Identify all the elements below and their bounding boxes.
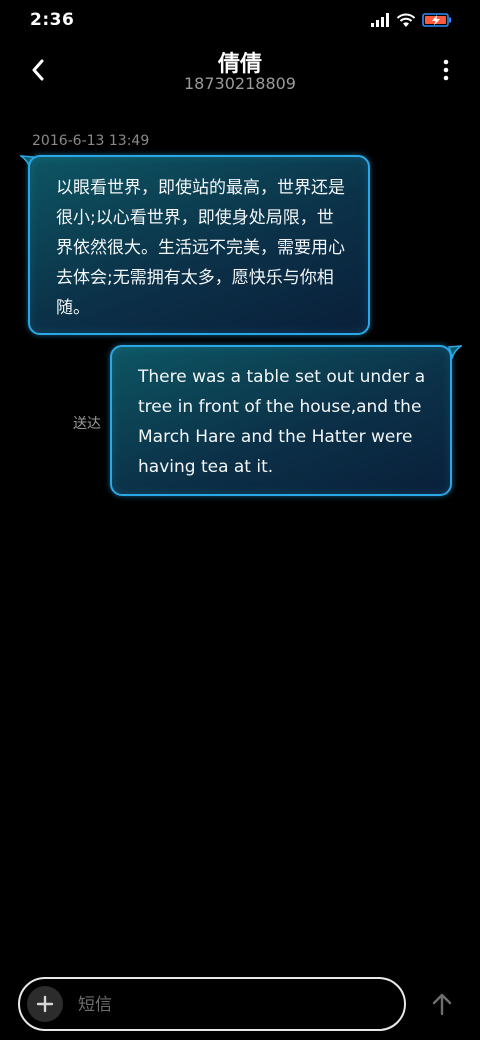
- contact-number: 18730218809: [184, 74, 296, 93]
- incoming-message-bubble[interactable]: 以眼看世界，即使站的最高，世界还是很小;以心看世界，即使身处局限，世界依然很大。…: [28, 155, 370, 335]
- incoming-message-text: 以眼看世界，即使站的最高，世界还是很小;以心看世界，即使身处局限，世界依然很大。…: [56, 178, 345, 318]
- message-timestamp: 2016-6-13 13:49: [32, 133, 150, 149]
- plus-icon: [36, 995, 54, 1013]
- message-input[interactable]: [76, 987, 380, 1023]
- outgoing-message-bubble[interactable]: There was a table set out under a tree i…: [110, 345, 452, 496]
- more-options-button[interactable]: [438, 54, 454, 86]
- conversation-header: 倩倩 18730218809: [0, 40, 480, 100]
- status-icons: [370, 12, 452, 28]
- delivery-status: 送达: [73, 416, 101, 432]
- vertical-dots-icon: [443, 59, 449, 81]
- send-button[interactable]: [428, 990, 456, 1018]
- status-bar: 2:36: [0, 0, 480, 40]
- arrow-up-icon: [432, 993, 452, 1016]
- outgoing-message-text: There was a table set out under a tree i…: [138, 367, 426, 477]
- battery-charging-icon: [422, 13, 451, 27]
- add-attachment-button[interactable]: [27, 986, 63, 1022]
- wifi-icon: [396, 13, 416, 27]
- signal-icon: [371, 13, 389, 27]
- status-time: 2:36: [30, 10, 75, 30]
- composer-bar: [18, 977, 406, 1031]
